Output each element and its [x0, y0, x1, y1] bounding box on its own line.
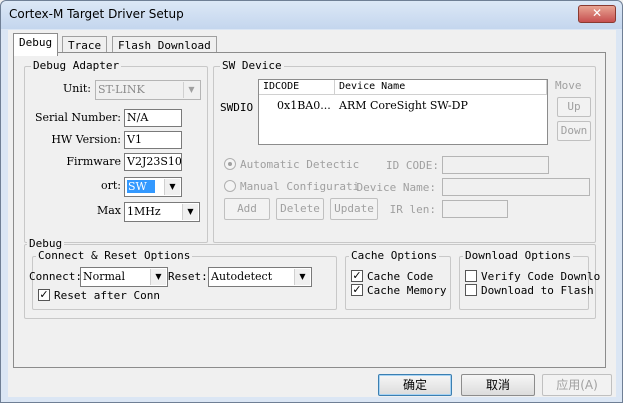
move-down-button[interactable]: Down — [557, 121, 591, 141]
dialog-window: Cortex-M Target Driver Setup ✕ Debug Tra… — [0, 0, 623, 403]
tab-debug[interactable]: Debug — [13, 33, 59, 56]
connect-label: Connect: — [29, 270, 82, 283]
row-device-name[interactable]: ARM CoreSight SW-DP — [339, 99, 468, 112]
debug-adapter-title: Debug Adapter — [31, 59, 122, 72]
swdio-label: SWDIO — [220, 101, 254, 114]
window-title: Cortex-M Target Driver Setup — [9, 7, 184, 21]
verify-code-download-label: Verify Code Downlo — [481, 270, 601, 283]
unit-label: Unit: — [63, 82, 91, 95]
debug-group: Debug Connect & Reset Options Connect: N… — [24, 237, 600, 319]
move-label: Move — [555, 79, 582, 92]
sw-device-title: SW Device — [220, 59, 284, 72]
row-idcode[interactable]: 0x1BA0... — [277, 99, 331, 112]
chevron-down-icon: ▼ — [294, 269, 310, 285]
cache-memory-label: Cache Memory — [367, 284, 447, 297]
max-clock-select[interactable]: 1MHz ▼ — [124, 202, 200, 222]
close-icon: ✕ — [591, 6, 603, 20]
id-code-label: ID CODE: — [386, 159, 439, 172]
cache-code-label: Cache Code — [367, 270, 434, 283]
cache-options-title: Cache Options — [349, 249, 440, 262]
update-button[interactable]: Update — [330, 198, 378, 220]
cache-memory-checkbox[interactable]: ✓ — [351, 284, 363, 296]
port-value: SW — [127, 180, 155, 193]
sw-device-list[interactable]: IDCODE Device Name 0x1BA0... ARM CoreSig… — [258, 79, 548, 145]
column-device-name[interactable]: Device Name — [335, 80, 547, 95]
column-idcode[interactable]: IDCODE — [259, 80, 335, 95]
device-name-label: Device Name: — [356, 181, 436, 194]
delete-button[interactable]: Delete — [276, 198, 324, 220]
hw-version-label: HW Version: — [51, 133, 121, 146]
reset-select[interactable]: Autodetect ▼ — [208, 267, 312, 287]
connect-reset-title: Connect & Reset Options — [36, 249, 193, 262]
move-up-button[interactable]: Up — [557, 97, 591, 117]
download-options-group: Download Options Verify Code Downlo Down… — [459, 249, 600, 310]
tab-panel-debug: Debug Adapter Unit: ST-LINK ▼ Serial Num… — [13, 52, 606, 368]
unit-value: ST-LINK — [98, 83, 145, 96]
chevron-down-icon: ▼ — [150, 269, 166, 285]
reset-value: Autodetect — [211, 270, 273, 283]
reset-after-connect-label: Reset after Conn — [54, 289, 160, 302]
automatic-detection-radio[interactable] — [224, 158, 236, 170]
cache-code-checkbox[interactable]: ✓ — [351, 270, 363, 282]
ir-len-field[interactable] — [442, 200, 508, 218]
download-to-flash-label: Download to Flash — [481, 284, 594, 297]
add-button[interactable]: Add — [224, 198, 270, 220]
cache-options-group: Cache Options ✓ Cache Code ✓ Cache Memor… — [345, 249, 451, 310]
port-label: ort: — [100, 179, 121, 192]
close-button[interactable]: ✕ — [578, 5, 616, 23]
serial-number-field: N/A — [124, 109, 182, 127]
dialog-client: Debug Trace Flash Download Debug Adapter… — [8, 30, 616, 397]
max-clock-value: 1MHz — [127, 205, 161, 218]
port-select[interactable]: SW ▼ — [124, 177, 182, 197]
chevron-down-icon: ▼ — [183, 82, 199, 98]
id-code-field[interactable] — [442, 156, 549, 174]
manual-configuration-label: Manual Configurati — [240, 180, 360, 193]
firmware-field: V2J23S10 — [124, 153, 182, 171]
connect-reset-group: Connect & Reset Options Connect: Normal … — [29, 249, 337, 310]
connect-select[interactable]: Normal ▼ — [80, 267, 168, 287]
download-options-title: Download Options — [463, 249, 573, 262]
verify-code-download-checkbox[interactable] — [465, 270, 477, 282]
reset-label: Reset: — [168, 270, 208, 283]
download-to-flash-checkbox[interactable] — [465, 284, 477, 296]
cancel-button[interactable]: 取消 — [461, 374, 535, 396]
sw-device-group: SW Device SWDIO IDCODE Device Name 0x1BA… — [213, 59, 596, 243]
manual-configuration-radio[interactable] — [224, 180, 236, 192]
chevron-down-icon: ▼ — [164, 179, 180, 195]
unit-select[interactable]: ST-LINK ▼ — [95, 80, 201, 100]
chevron-down-icon: ▼ — [182, 204, 198, 220]
title-bar[interactable]: Cortex-M Target Driver Setup ✕ — [1, 1, 622, 29]
debug-adapter-group: Debug Adapter Unit: ST-LINK ▼ Serial Num… — [24, 59, 208, 243]
ok-button[interactable]: 确定 — [378, 374, 452, 396]
automatic-detection-label: Automatic Detectic — [240, 158, 360, 171]
firmware-label: Firmware — [66, 155, 121, 168]
device-name-field[interactable] — [442, 178, 590, 196]
apply-button[interactable]: 应用(A) — [542, 374, 612, 396]
max-clock-label: Max — [96, 204, 121, 217]
connect-value: Normal — [83, 270, 126, 283]
reset-after-connect-checkbox[interactable]: ✓ — [38, 289, 50, 301]
hw-version-field: V1 — [124, 131, 182, 149]
serial-number-label: Serial Number: — [34, 111, 121, 124]
ir-len-label: IR len: — [389, 203, 436, 216]
